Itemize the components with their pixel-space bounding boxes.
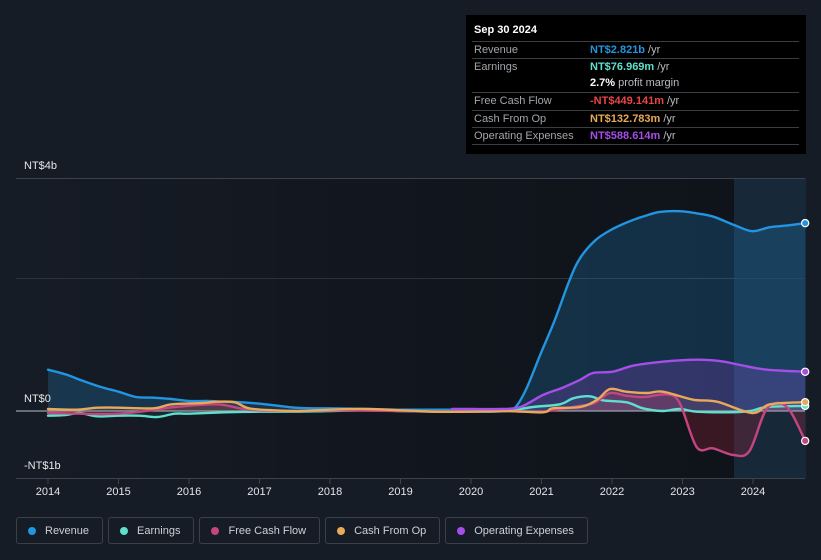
x-tick-label: 2018 bbox=[318, 486, 342, 498]
tooltip-label: Cash From Op bbox=[474, 113, 547, 125]
tooltip-row-profit-margin: 2.7% profit margin bbox=[472, 75, 799, 92]
legend-label: Revenue bbox=[45, 524, 90, 537]
data-tooltip: Sep 30 2024 Revenue NT$2.821b/yr Earning… bbox=[466, 15, 806, 154]
tooltip-value: 2.7% profit margin bbox=[590, 77, 680, 89]
x-tick-label: 2024 bbox=[741, 486, 765, 498]
x-tick-label: 2022 bbox=[600, 486, 624, 498]
cfo-end-marker bbox=[800, 397, 810, 407]
revenue-end-marker bbox=[800, 218, 810, 228]
tooltip-label: Revenue bbox=[474, 44, 519, 56]
y-tick-label-zero: NT$0 bbox=[24, 393, 51, 405]
opex-end-marker bbox=[800, 367, 810, 376]
x-tick-label: 2015 bbox=[106, 486, 130, 498]
fcf-end-marker bbox=[800, 436, 810, 446]
legend-item-cash-from-op[interactable]: Cash From Op bbox=[325, 517, 441, 544]
revenue-dot-icon bbox=[28, 526, 36, 535]
legend-item-free-cash-flow[interactable]: Free Cash Flow bbox=[199, 517, 321, 544]
legend-label: Free Cash Flow bbox=[228, 524, 307, 537]
earnings-dot-icon bbox=[120, 526, 129, 535]
operating-expenses-dot-icon bbox=[457, 526, 466, 535]
y-tick-label-bottom: -NT$1b bbox=[24, 460, 61, 472]
legend-item-operating-expenses[interactable]: Operating Expenses bbox=[445, 517, 588, 544]
free-cash-flow-dot-icon bbox=[211, 526, 220, 535]
cash-from-op-dot-icon bbox=[337, 526, 346, 535]
x-tick-label: 2019 bbox=[388, 486, 412, 498]
tooltip-row-earnings: Earnings NT$76.969m/yr bbox=[472, 58, 799, 76]
legend-item-earnings[interactable]: Earnings bbox=[108, 517, 195, 544]
tooltip-row-fcf: Free Cash Flow -NT$449.141m/yr bbox=[472, 92, 799, 110]
tooltip-value: NT$76.969m/yr bbox=[590, 61, 670, 73]
x-tick-label: 2020 bbox=[459, 486, 483, 498]
x-tick-label: 2014 bbox=[36, 486, 60, 498]
tooltip-label: Free Cash Flow bbox=[474, 95, 552, 107]
tooltip-value: NT$2.821b/yr bbox=[590, 44, 661, 56]
chart-legend: Revenue Earnings Free Cash Flow Cash Fro… bbox=[16, 517, 588, 544]
tooltip-value: NT$588.614m/yr bbox=[590, 130, 676, 142]
tooltip-row-cfo: Cash From Op NT$132.783m/yr bbox=[472, 110, 799, 128]
tooltip-value: -NT$449.141m/yr bbox=[590, 95, 680, 107]
legend-item-revenue[interactable]: Revenue bbox=[16, 517, 104, 544]
tooltip-row-opex: Operating Expenses NT$588.614m/yr bbox=[472, 127, 799, 145]
tooltip-row-revenue: Revenue NT$2.821b/yr bbox=[472, 41, 799, 59]
x-tick-label: 2021 bbox=[529, 486, 553, 498]
y-tick-label-top: NT$4b bbox=[24, 160, 58, 172]
legend-label: Earnings bbox=[137, 524, 181, 537]
tooltip-value: NT$132.783m/yr bbox=[590, 113, 676, 125]
tooltip-divider bbox=[472, 144, 799, 145]
tooltip-label: Operating Expenses bbox=[474, 130, 574, 142]
x-tick-label: 2016 bbox=[177, 486, 201, 498]
x-tick-label: 2023 bbox=[670, 486, 694, 498]
x-tick-label: 2017 bbox=[247, 486, 271, 498]
tooltip-date: Sep 30 2024 bbox=[474, 24, 537, 36]
legend-label: Operating Expenses bbox=[474, 524, 574, 537]
tooltip-label: Earnings bbox=[474, 61, 518, 73]
legend-label: Cash From Op bbox=[354, 524, 427, 537]
